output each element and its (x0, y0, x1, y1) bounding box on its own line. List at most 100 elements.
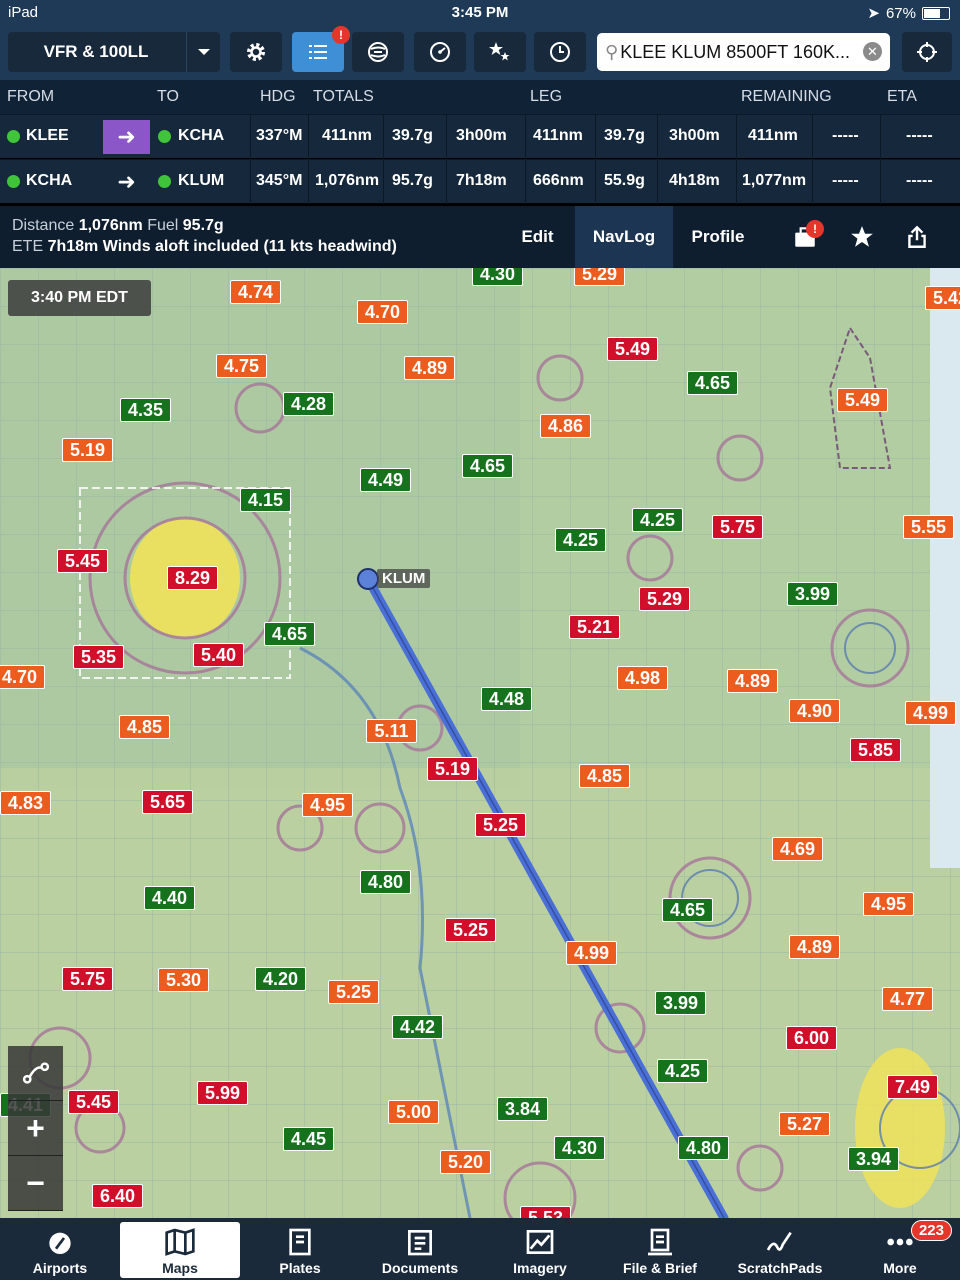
fuel-price-marker[interactable]: 5.27 (779, 1112, 830, 1136)
tab-scratchpads[interactable]: ScratchPads (720, 1222, 840, 1278)
fuel-price-marker[interactable]: 4.25 (555, 528, 606, 552)
fuel-price-marker[interactable]: 4.65 (462, 454, 513, 478)
fuel-price-marker[interactable]: 4.99 (566, 941, 617, 965)
fuel-price-marker[interactable]: 4.65 (264, 622, 315, 646)
fuel-price-marker[interactable]: 4.15 (240, 488, 291, 512)
fuel-price-marker[interactable]: 5.19 (427, 757, 478, 781)
fuel-price-marker[interactable]: 4.77 (882, 987, 933, 1011)
fuel-price-marker[interactable]: 6.40 (92, 1184, 143, 1208)
briefing-button[interactable]: ! (780, 206, 830, 268)
navlog-button[interactable]: NavLog (575, 206, 673, 268)
map-layer-dropdown[interactable]: VFR & 100LL (8, 32, 220, 72)
fuel-price-marker[interactable]: 5.49 (607, 337, 658, 361)
fuel-price-marker[interactable]: 5.53 (520, 1206, 571, 1218)
fuel-price-marker[interactable]: 4.49 (360, 468, 411, 492)
flight-plan-row[interactable]: KLEE ➜ KCHA 337°M 411nm 39.7g 3h00m 411n… (0, 114, 960, 159)
fuel-price-marker[interactable]: 5.29 (574, 268, 625, 286)
fuel-price-marker[interactable]: 5.19 (62, 438, 113, 462)
search-input[interactable]: ⚲ KLEE KLUM 8500FT 160K... ✕ (597, 33, 890, 71)
fuel-price-marker[interactable]: 4.25 (632, 508, 683, 532)
tab-documents[interactable]: Documents (360, 1222, 480, 1278)
fuel-price-marker[interactable]: 8.29 (167, 566, 218, 590)
edit-button[interactable]: Edit (500, 206, 575, 268)
favorites-button[interactable] (474, 32, 526, 72)
tab-plates[interactable]: Plates (240, 1222, 360, 1278)
fuel-price-marker[interactable]: 4.89 (404, 356, 455, 380)
fuel-price-marker[interactable]: 5.45 (57, 549, 108, 573)
fuel-price-marker[interactable]: 5.75 (62, 967, 113, 991)
fuel-price-marker[interactable]: 4.80 (360, 870, 411, 894)
fuel-price-marker[interactable]: 4.86 (540, 414, 591, 438)
fuel-price-marker[interactable]: 4.85 (119, 715, 170, 739)
fuel-price-marker[interactable]: 4.70 (0, 665, 45, 689)
fuel-price-marker[interactable]: 7.49 (887, 1075, 938, 1099)
fuel-price-marker[interactable]: 4.25 (657, 1059, 708, 1083)
procedures-button[interactable] (352, 32, 404, 72)
profile-button[interactable]: Profile (673, 206, 763, 268)
fuel-price-marker[interactable]: 5.29 (639, 587, 690, 611)
fuel-price-marker[interactable]: 4.80 (678, 1136, 729, 1160)
tab-airports[interactable]: Airports (0, 1222, 120, 1278)
fuel-price-marker[interactable]: 5.25 (328, 980, 379, 1004)
flight-plan-button[interactable]: ! (292, 26, 350, 72)
share-button[interactable] (892, 206, 942, 268)
route-edit-button[interactable] (8, 1046, 63, 1101)
fuel-price-marker[interactable]: 3.84 (497, 1097, 548, 1121)
fuel-price-marker[interactable]: 4.70 (357, 300, 408, 324)
fuel-price-marker[interactable]: 5.25 (475, 813, 526, 837)
fuel-price-marker[interactable]: 5.20 (440, 1150, 491, 1174)
fuel-price-marker[interactable]: 5.75 (712, 515, 763, 539)
fuel-price-marker[interactable]: 5.49 (837, 388, 888, 412)
fuel-price-marker[interactable]: 4.28 (283, 392, 334, 416)
fuel-price-marker[interactable]: 4.89 (789, 935, 840, 959)
flight-plan-row[interactable]: KCHA ➜ KLUM 345°M 1,076nm 95.7g 7h18m 66… (0, 159, 960, 204)
tab-file-brief[interactable]: File & Brief (600, 1222, 720, 1278)
fuel-price-marker[interactable]: 5.65 (142, 790, 193, 814)
instruments-button[interactable] (414, 32, 466, 72)
fuel-price-marker[interactable]: 4.20 (255, 967, 306, 991)
waypoint-label[interactable]: KLUM (377, 569, 431, 588)
clear-search-icon[interactable]: ✕ (863, 42, 882, 61)
fuel-price-marker[interactable]: 4.65 (687, 371, 738, 395)
fuel-price-marker[interactable]: 5.30 (158, 968, 209, 992)
fuel-price-marker[interactable]: 4.45 (283, 1127, 334, 1151)
fuel-price-marker[interactable]: 5.35 (73, 645, 124, 669)
fuel-price-marker[interactable]: 5.99 (197, 1081, 248, 1105)
fuel-price-marker[interactable]: 4.95 (863, 892, 914, 916)
zoom-out-button[interactable]: − (8, 1156, 63, 1211)
fuel-price-marker[interactable]: 4.30 (554, 1136, 605, 1160)
fuel-price-marker[interactable]: 4.35 (120, 398, 171, 422)
fuel-price-marker[interactable]: 4.69 (772, 837, 823, 861)
fuel-price-marker[interactable]: 4.75 (216, 354, 267, 378)
waypoint-marker[interactable] (357, 568, 379, 590)
fuel-price-marker[interactable]: 4.85 (579, 764, 630, 788)
fuel-price-marker[interactable]: 4.90 (789, 699, 840, 723)
fuel-price-marker[interactable]: 4.74 (230, 280, 281, 304)
tab-more[interactable]: More 223 (840, 1220, 960, 1278)
sectional-map[interactable]: 3:40 PM EDT KLUM 4.30 5.29 4.74 5.42 4.70 4.7… (0, 268, 960, 1218)
fuel-price-marker[interactable]: 3.94 (848, 1147, 899, 1171)
fuel-price-marker[interactable]: 4.95 (302, 793, 353, 817)
fuel-price-marker[interactable]: 4.99 (905, 701, 956, 725)
fuel-price-marker[interactable]: 5.00 (388, 1100, 439, 1124)
fuel-price-marker[interactable]: 3.99 (655, 991, 706, 1015)
tab-maps[interactable]: Maps (120, 1222, 240, 1278)
fuel-price-marker[interactable]: 3.99 (787, 582, 838, 606)
fuel-price-marker[interactable]: 4.98 (617, 666, 668, 690)
fuel-price-marker[interactable]: 5.45 (68, 1090, 119, 1114)
tab-imagery[interactable]: Imagery (480, 1222, 600, 1278)
center-map-button[interactable] (902, 32, 952, 72)
fuel-price-marker[interactable]: 5.85 (850, 738, 901, 762)
fuel-price-marker[interactable]: 5.21 (569, 615, 620, 639)
fuel-price-marker[interactable]: 5.25 (445, 918, 496, 942)
arrow-right-icon[interactable]: ➜ (103, 120, 150, 154)
fuel-price-marker[interactable]: 4.42 (392, 1015, 443, 1039)
favorite-route-button[interactable] (838, 206, 886, 268)
zoom-in-button[interactable]: + (8, 1101, 63, 1156)
fuel-price-marker[interactable]: 4.48 (481, 687, 532, 711)
fuel-price-marker[interactable]: 6.00 (786, 1026, 837, 1050)
fuel-price-marker[interactable]: 5.55 (903, 515, 954, 539)
fuel-price-marker[interactable]: 4.30 (472, 268, 523, 286)
fuel-price-marker[interactable]: 4.65 (662, 898, 713, 922)
fuel-price-marker[interactable]: 4.40 (144, 886, 195, 910)
